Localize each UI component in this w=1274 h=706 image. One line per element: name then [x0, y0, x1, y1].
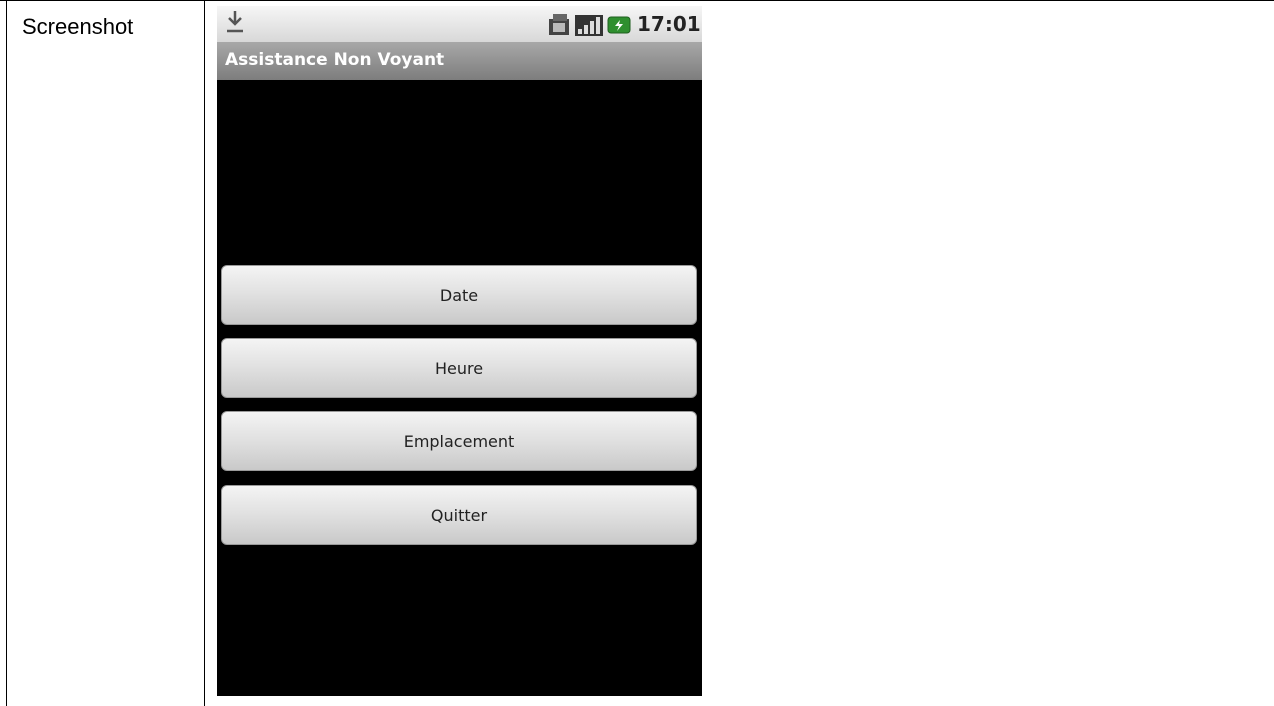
- emplacement-button[interactable]: Emplacement: [221, 411, 697, 471]
- table-cell-label: Screenshot: [22, 14, 134, 39]
- status-clock: 17:01: [637, 12, 701, 36]
- heure-button[interactable]: Heure: [221, 338, 697, 398]
- sim-card-icon: [547, 13, 573, 37]
- quitter-button[interactable]: Quitter: [221, 485, 697, 545]
- table-column-divider: [204, 0, 205, 706]
- table-top-border: [0, 0, 1274, 1]
- signal-icon: [574, 13, 604, 37]
- phone-screen: 17:01 Assistance Non Voyant Date Heure E…: [217, 6, 702, 696]
- battery-icon: [607, 16, 631, 34]
- document-page: Screenshot 17:01 Assistance Non Voyant D…: [0, 0, 1274, 706]
- status-bar: 17:01: [217, 6, 702, 42]
- table-left-border: [6, 0, 7, 706]
- app-title: Assistance Non Voyant: [225, 50, 445, 70]
- date-button[interactable]: Date: [221, 265, 697, 325]
- download-icon: [225, 9, 245, 35]
- app-title-bar: Assistance Non Voyant: [217, 42, 702, 80]
